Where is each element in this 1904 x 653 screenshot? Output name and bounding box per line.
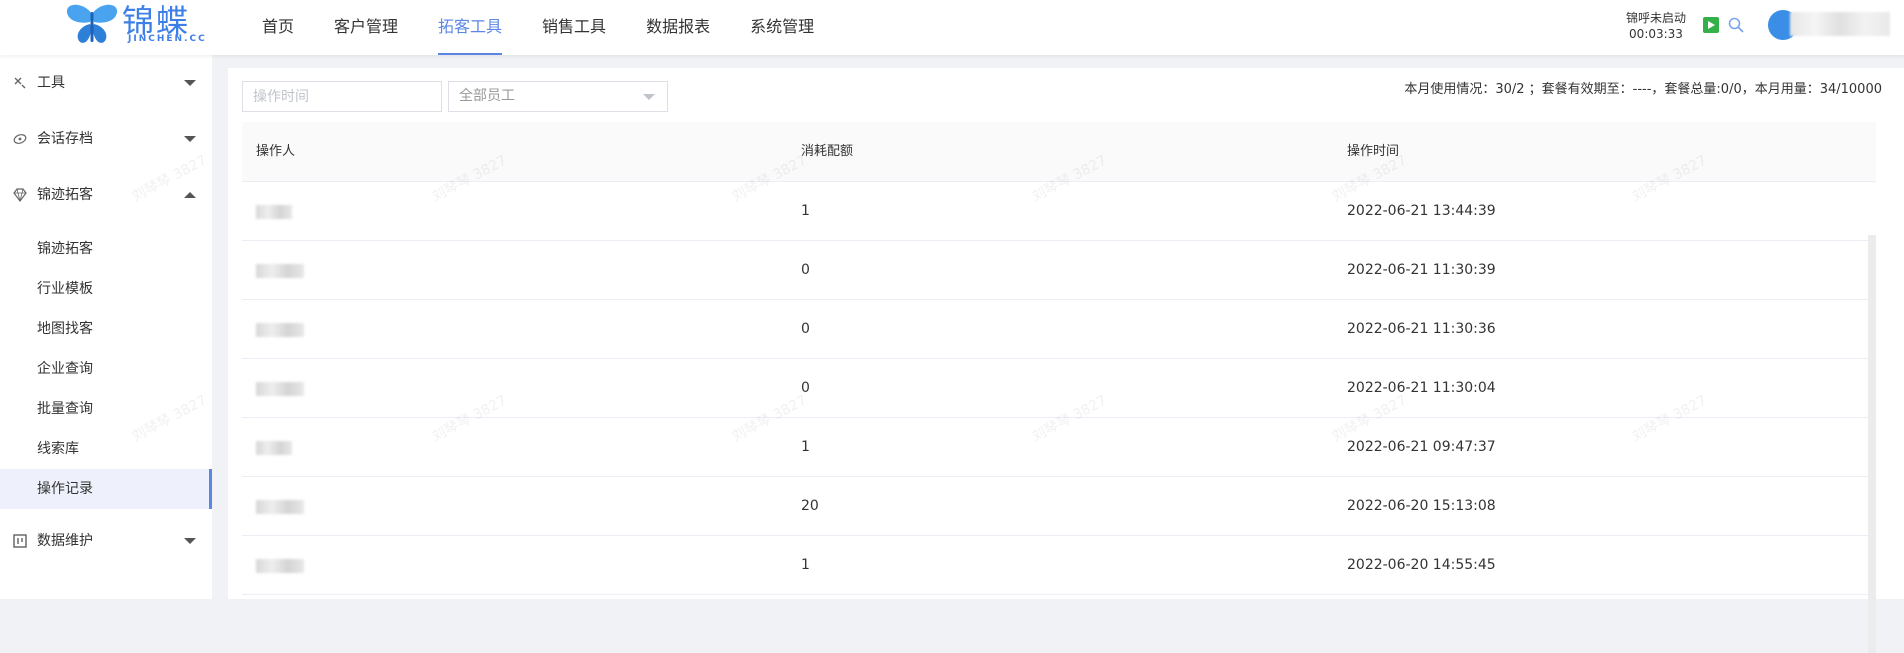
operator-name-redacted — [256, 205, 292, 219]
sidebar-item-label: 批量查询 — [37, 401, 93, 417]
butterfly-logo-icon — [66, 4, 118, 43]
table-row[interactable]: 0 2022-06-21 11:30:39 — [242, 241, 1876, 300]
table-row[interactable]: 0 2022-06-21 11:30:04 — [242, 359, 1876, 418]
search-icon[interactable] — [1727, 16, 1745, 34]
operation-log-table: 操作人 消耗配额 操作时间 1 2022-06-21 13:44:39 0 20… — [242, 122, 1876, 653]
time-cell: 2022-06-21 11:30:04 — [1347, 380, 1496, 396]
sidebar-group-chat-archive[interactable]: 会话存档 — [0, 111, 212, 167]
top-bar: 锦蝶 JINCHEN.CC 首页 客户管理 拓客工具 销售工具 数据报表 系统管… — [0, 0, 1904, 55]
nav-home[interactable]: 首页 — [262, 0, 294, 55]
sidebar-item-label: 锦迹拓客 — [37, 241, 93, 257]
quota-cell: 1 — [801, 203, 810, 219]
chevron-down-icon — [184, 80, 196, 86]
time-cell: 2022-06-21 13:44:39 — [1347, 203, 1496, 219]
time-cell: 2022-06-20 15:13:08 — [1347, 498, 1496, 514]
column-header-time[interactable]: 操作时间 — [1347, 122, 1399, 181]
time-cell: 2022-06-21 11:30:39 — [1347, 262, 1496, 278]
sidebar-item-batch-search[interactable]: 批量查询 — [0, 389, 212, 429]
sidebar: 工具 会话存档 锦迹拓客 锦迹拓客 行业模板 地图找客 企业查询 批量查询 线索… — [0, 55, 212, 599]
sidebar-group-label: 工具 — [37, 75, 65, 91]
sidebar-group-prospecting[interactable]: 锦迹拓客 — [0, 167, 212, 223]
brand-logo[interactable]: 锦蝶 JINCHEN.CC — [64, 2, 214, 50]
chat-archive-icon — [13, 134, 27, 144]
operator-name-redacted — [256, 382, 304, 396]
sidebar-item-label: 企业查询 — [37, 361, 93, 377]
call-status-label: 锦呼未启动 — [1626, 11, 1687, 25]
time-cell: 2022-06-20 14:55:45 — [1347, 557, 1496, 573]
operation-time-input[interactable] — [242, 81, 442, 112]
operator-name-redacted — [256, 500, 304, 514]
table-row[interactable]: 1 2022-06-21 09:47:37 — [242, 418, 1876, 477]
sidebar-item-prospecting[interactable]: 锦迹拓客 — [0, 229, 212, 269]
sidebar-group-data-maintenance[interactable]: 数据维护 — [0, 513, 212, 569]
main-panel: 全部员工 本月使用情况：30/2 ；套餐有效期至：----，套餐总量:0/0，本… — [228, 68, 1904, 653]
sidebar-item-map-finder[interactable]: 地图找客 — [0, 309, 212, 349]
sidebar-group-label: 锦迹拓客 — [37, 187, 93, 203]
diamond-icon — [13, 188, 27, 202]
sidebar-item-label: 地图找客 — [37, 321, 93, 337]
chevron-down-icon — [184, 538, 196, 544]
quota-cell: 1 — [801, 557, 810, 573]
quota-cell: 1 — [801, 439, 810, 455]
column-header-operator[interactable]: 操作人 — [256, 122, 295, 181]
quota-cell: 0 — [801, 321, 810, 337]
table-scrollbar[interactable] — [1868, 235, 1876, 653]
quota-cell: 20 — [801, 498, 819, 514]
sidebar-item-label: 操作记录 — [37, 481, 93, 497]
brand-subtitle: JINCHEN.CC — [128, 34, 207, 44]
operator-name-redacted — [256, 264, 304, 278]
employee-select-value: 全部员工 — [459, 88, 515, 104]
chevron-down-icon — [184, 136, 196, 142]
quota-cell: 0 — [801, 262, 810, 278]
tools-icon — [14, 77, 26, 89]
time-cell: 2022-06-21 09:47:37 — [1347, 439, 1496, 455]
nav-sales-tools[interactable]: 销售工具 — [542, 0, 606, 55]
chevron-down-icon — [643, 94, 655, 100]
nav-system-management[interactable]: 系统管理 — [750, 0, 814, 55]
sidebar-item-label: 线索库 — [37, 441, 79, 457]
quota-cell: 0 — [801, 380, 810, 396]
table-row[interactable]: 1 2022-06-21 13:44:39 — [242, 182, 1876, 241]
table-row[interactable]: 20 2022-06-20 15:13:08 — [242, 477, 1876, 536]
data-board-icon — [13, 534, 27, 548]
operator-name-redacted — [256, 559, 304, 573]
employee-select[interactable]: 全部员工 — [448, 81, 668, 112]
chevron-up-icon — [184, 192, 196, 198]
table-header: 操作人 消耗配额 操作时间 — [242, 122, 1876, 182]
play-icon[interactable] — [1703, 17, 1719, 33]
nav-prospecting-tools[interactable]: 拓客工具 — [438, 0, 503, 55]
user-name-redacted[interactable] — [1790, 12, 1890, 36]
table-row[interactable]: 0 2022-06-21 11:30:36 — [242, 300, 1876, 359]
table-row[interactable]: 1 2022-06-20 14:55:45 — [242, 536, 1876, 595]
usage-summary: 本月使用情况：30/2 ；套餐有效期至：----，套餐总量:0/0，本月用量：3… — [1404, 82, 1882, 97]
sidebar-group-tools[interactable]: 工具 — [0, 55, 212, 111]
nav-customer-management[interactable]: 客户管理 — [334, 0, 398, 55]
sidebar-item-company-search[interactable]: 企业查询 — [0, 349, 212, 389]
sidebar-item-label: 行业模板 — [37, 281, 93, 297]
nav-data-reports[interactable]: 数据报表 — [646, 0, 710, 55]
call-status: 锦呼未启动 00:03:33 — [1626, 10, 1686, 42]
sidebar-item-industry-templates[interactable]: 行业模板 — [0, 269, 212, 309]
operator-name-redacted — [256, 323, 304, 337]
sidebar-group-label: 数据维护 — [37, 533, 93, 549]
column-header-quota[interactable]: 消耗配额 — [801, 122, 853, 181]
sidebar-item-operation-log[interactable]: 操作记录 — [0, 469, 212, 509]
time-cell: 2022-06-21 11:30:36 — [1347, 321, 1496, 337]
operator-name-redacted — [256, 441, 292, 455]
call-timer: 00:03:33 — [1629, 27, 1683, 41]
main-nav: 首页 客户管理 拓客工具 销售工具 数据报表 系统管理 — [262, 0, 854, 55]
sidebar-group-label: 会话存档 — [37, 131, 93, 147]
sidebar-item-lead-library[interactable]: 线索库 — [0, 429, 212, 469]
